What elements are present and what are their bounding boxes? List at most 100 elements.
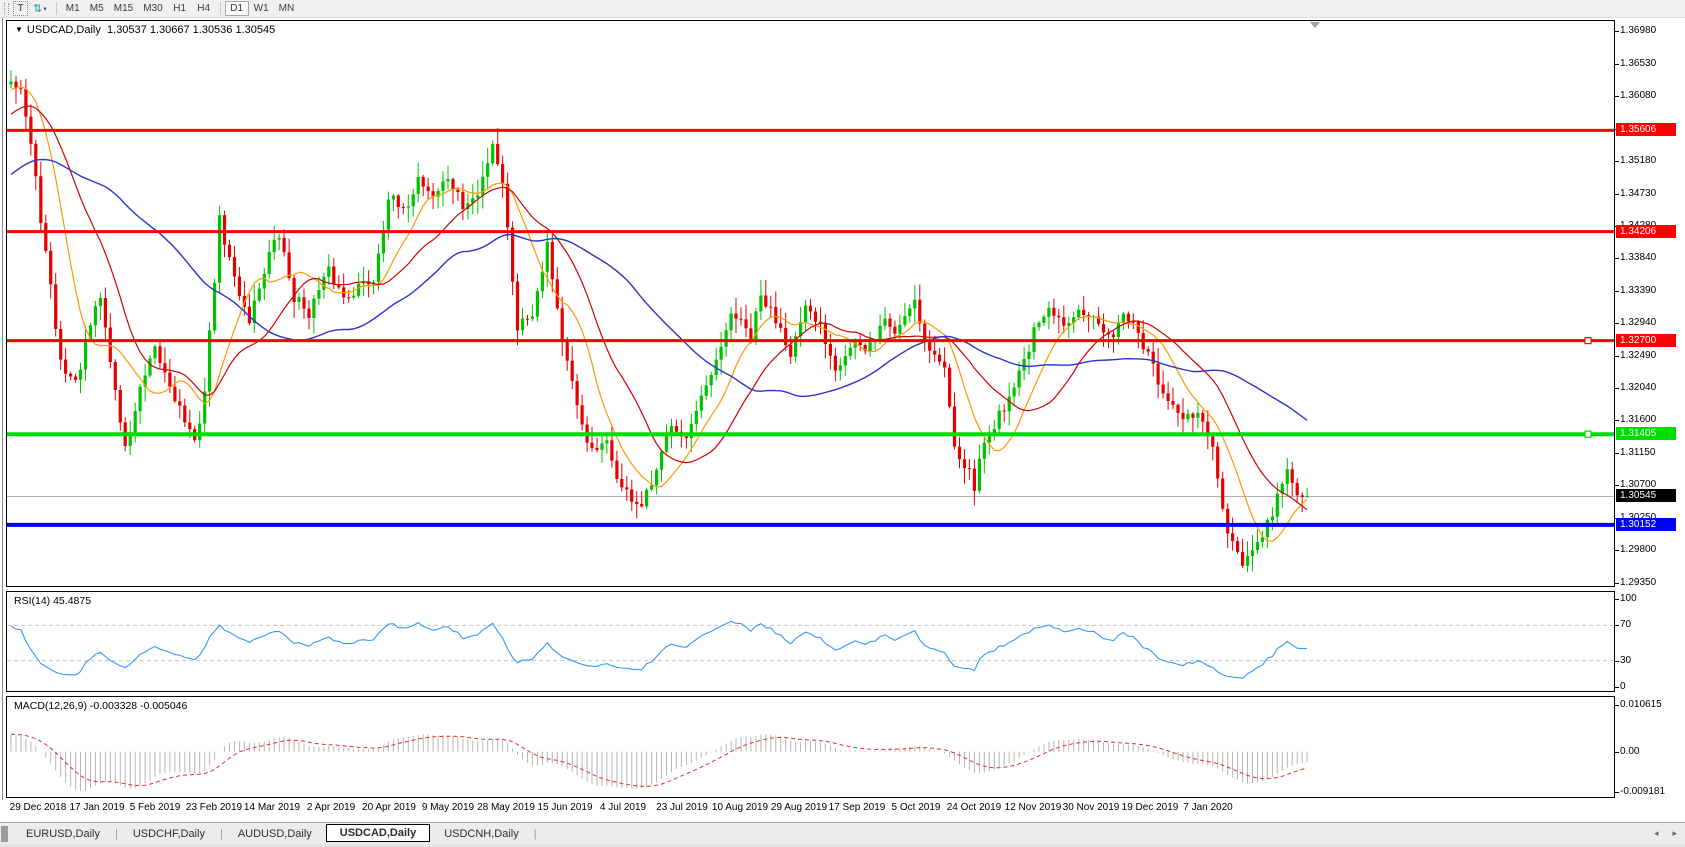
timeframe-button-h4[interactable]: H4 xyxy=(192,1,216,16)
timeframe-button-m15[interactable]: M15 xyxy=(109,1,138,16)
price-tick-label: -0.009181 xyxy=(1620,786,1665,797)
axis-tick xyxy=(1615,599,1619,600)
price-tick-label: 100 xyxy=(1620,593,1637,604)
timeframe-button-m30[interactable]: M30 xyxy=(138,1,167,16)
axis-tick xyxy=(1615,550,1619,551)
axis-tick xyxy=(1615,356,1619,357)
rsi-label: RSI(14) 45.4875 xyxy=(14,595,91,607)
price-tick-label: 1.29350 xyxy=(1620,577,1656,588)
price-tick-label: 1.35180 xyxy=(1620,155,1656,166)
price-tick-label: 0.00 xyxy=(1620,746,1639,757)
tab-scroll-left-icon[interactable]: ◂ xyxy=(1654,828,1659,839)
timeframe-button-m5[interactable]: M5 xyxy=(85,1,109,16)
chart-shift-marker-icon xyxy=(1310,22,1320,28)
current-price-label: 1.30545 xyxy=(1616,489,1676,502)
text-tool-button[interactable]: T xyxy=(13,1,28,16)
axis-tick xyxy=(1615,705,1619,706)
tab-scroll-right-icon[interactable]: ▸ xyxy=(1672,828,1677,839)
timeframe-button-w1[interactable]: W1 xyxy=(249,1,274,16)
axis-tick xyxy=(1615,323,1619,324)
axis-tick xyxy=(1615,161,1619,162)
tab-usdcad-daily[interactable]: USDCAD,Daily xyxy=(326,824,430,842)
axis-tick xyxy=(1615,258,1619,259)
arrange-windows-button[interactable]: ⇅ ▾ xyxy=(28,1,52,16)
price-tick-label: 1.29800 xyxy=(1620,544,1656,555)
rsi-line xyxy=(11,621,1307,678)
axis-tick xyxy=(1615,792,1619,793)
price-tick-label: 1.34730 xyxy=(1620,188,1656,199)
collapse-arrow-icon[interactable]: ▼ xyxy=(15,25,23,34)
rsi-indicator-panel[interactable]: RSI(14) 45.4875 xyxy=(6,591,1615,692)
ma-fast-line xyxy=(11,87,1307,542)
rsi-plot[interactable] xyxy=(7,592,1614,691)
chart-ohlc-values: 1.30537 1.30667 1.30536 1.30545 xyxy=(107,24,275,36)
hline-price-label: 1.32700 xyxy=(1616,334,1676,347)
axis-tick xyxy=(1615,485,1619,486)
axis-tick xyxy=(1615,420,1619,421)
hline-price-label: 1.34206 xyxy=(1616,225,1676,238)
price-tick-label: 0 xyxy=(1620,681,1626,692)
macd-plot[interactable] xyxy=(7,697,1614,797)
macd-signal-line xyxy=(11,734,1307,786)
axis-tick xyxy=(1615,687,1619,688)
price-tick-label: 0.010615 xyxy=(1620,699,1662,710)
chart-tab-bar: EURUSD,Daily|USDCHF,Daily|AUDUSD,DailyUS… xyxy=(0,822,1685,844)
tab-usdcnh-daily[interactable]: USDCNH,Daily xyxy=(430,826,533,842)
price-tick-label: 1.33390 xyxy=(1620,285,1656,296)
chart-title: ▼ USDCAD,Daily 1.30537 1.30667 1.30536 1.… xyxy=(15,24,275,36)
price-tick-label: 1.32040 xyxy=(1620,382,1656,393)
price-tick-label: 30 xyxy=(1620,655,1631,666)
arrange-icon: ⇅ xyxy=(33,2,42,15)
chevron-down-icon: ▾ xyxy=(43,5,47,13)
toolbar-separator xyxy=(220,2,221,15)
candlestick-chart[interactable] xyxy=(7,21,1614,586)
timeframe-buttons: M1M5M15M30H1H4 D1W1MN xyxy=(61,1,299,16)
chart-workspace: ▼ USDCAD,Daily 1.30537 1.30667 1.30536 1.… xyxy=(0,18,1685,822)
tabbar-grip xyxy=(1,826,8,842)
axis-tick xyxy=(1615,583,1619,584)
axis-tick xyxy=(1615,661,1619,662)
toolbar-separator xyxy=(56,2,57,15)
chart-tabs: EURUSD,Daily|USDCHF,Daily|AUDUSD,DailyUS… xyxy=(12,825,538,843)
axis-tick xyxy=(1615,625,1619,626)
axis-tick xyxy=(1615,453,1619,454)
timeframe-button-h1[interactable]: H1 xyxy=(168,1,192,16)
axis-tick xyxy=(1615,752,1619,753)
tab-usdchf-daily[interactable]: USDCHF,Daily xyxy=(119,826,219,842)
axis-tick xyxy=(1615,194,1619,195)
macd-indicator-panel[interactable]: MACD(12,26,9) -0.003328 -0.005046 xyxy=(6,696,1615,798)
price-tick-label: 1.36980 xyxy=(1620,25,1656,36)
top-toolbar: T ⇅ ▾ M1M5M15M30H1H4 D1W1MN xyxy=(0,0,1685,18)
price-tick-label: 1.33840 xyxy=(1620,252,1656,263)
price-tick-label: 1.31150 xyxy=(1620,447,1655,458)
axis-tick xyxy=(1615,31,1619,32)
toolbar-grip[interactable] xyxy=(4,3,9,15)
axis-tick xyxy=(1615,64,1619,65)
main-chart-panel[interactable]: ▼ USDCAD,Daily 1.30537 1.30667 1.30536 1.… xyxy=(6,20,1615,587)
tab-separator: | xyxy=(534,828,537,840)
timeframe-button-mn[interactable]: MN xyxy=(274,1,300,16)
axis-tick xyxy=(1615,388,1619,389)
window-edge xyxy=(2,18,3,800)
timeframe-button-m1[interactable]: M1 xyxy=(61,1,85,16)
price-tick-label: 1.32940 xyxy=(1620,317,1656,328)
macd-label: MACD(12,26,9) -0.003328 -0.005046 xyxy=(14,700,187,712)
ma-mid-line xyxy=(11,106,1307,510)
mt4-window: { "toolbar": { "text_tool_label": "T", "… xyxy=(0,0,1685,847)
ma-slow-line xyxy=(11,160,1307,421)
price-tick-label: 1.31600 xyxy=(1620,414,1656,425)
hline-price-label: 1.31405 xyxy=(1616,427,1676,440)
price-tick-label: 1.36080 xyxy=(1620,90,1656,101)
tab-separator: | xyxy=(220,828,223,840)
hline-price-label: 1.35606 xyxy=(1616,123,1676,136)
date-tick-label: 7 Jan 2020 xyxy=(1166,802,1250,813)
price-tick-label: 1.32490 xyxy=(1620,350,1656,361)
price-tick-label: 70 xyxy=(1620,619,1631,630)
axis-tick xyxy=(1615,291,1619,292)
tab-eurusd-daily[interactable]: EURUSD,Daily xyxy=(12,826,114,842)
tab-scroll-arrows: ◂ ▸ xyxy=(1654,828,1677,839)
tab-audusd-daily[interactable]: AUDUSD,Daily xyxy=(224,826,326,842)
timeframe-button-d1[interactable]: D1 xyxy=(225,1,249,16)
tab-separator: | xyxy=(115,828,118,840)
chart-symbol-label: USDCAD,Daily xyxy=(27,24,101,36)
